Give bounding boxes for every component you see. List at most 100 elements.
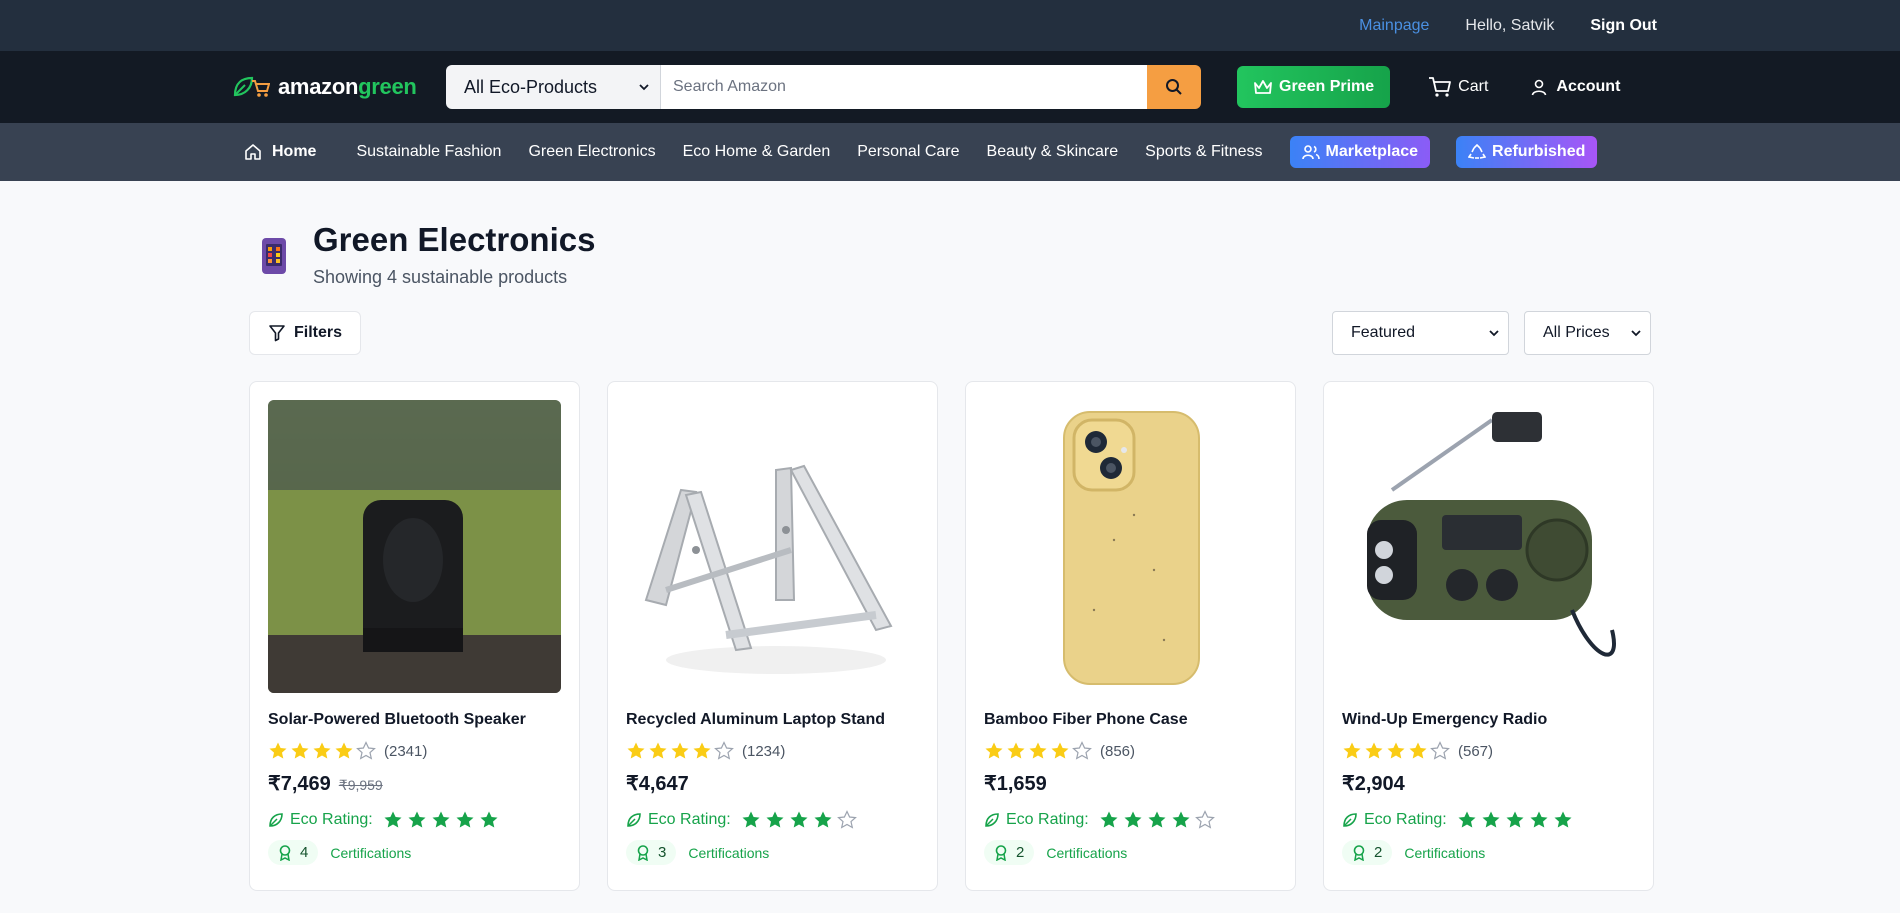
- award-icon: [279, 844, 291, 861]
- star-rating: (856): [984, 741, 1277, 761]
- product-name[interactable]: Wind-Up Emergency Radio: [1342, 711, 1635, 729]
- certifications-label: Certifications: [1046, 844, 1128, 861]
- page-title: Green Electronics: [313, 221, 596, 258]
- star-filled-icon: [1458, 811, 1476, 828]
- nav-item-sports-fitness[interactable]: Sports & Fitness: [1145, 143, 1262, 161]
- product-name[interactable]: Recycled Aluminum Laptop Stand: [626, 711, 919, 729]
- star-filled-icon: [671, 742, 689, 759]
- review-count: (567): [1458, 742, 1494, 760]
- product-grid: Solar-Powered Bluetooth Speaker (2341) ₹…: [249, 381, 1654, 891]
- filters-button[interactable]: Filters: [249, 311, 362, 355]
- star-filled-icon: [432, 811, 450, 828]
- sort-select-value: Featured: [1351, 324, 1416, 341]
- marketplace-button[interactable]: Marketplace: [1289, 136, 1431, 168]
- eco-rating: Eco Rating:: [984, 810, 1277, 830]
- search-input[interactable]: [661, 65, 1147, 109]
- star-filled-icon: [480, 811, 498, 828]
- award-icon: [1353, 844, 1365, 861]
- eco-rating-label: Eco Rating:: [290, 811, 373, 828]
- chevron-down-icon: [1489, 330, 1499, 337]
- star-filled-icon: [1343, 742, 1361, 759]
- page-header: Green Electronics Showing 4 sustainable …: [249, 221, 1651, 288]
- category-select[interactable]: All Eco-Products: [446, 65, 661, 109]
- nav-item-green-electronics[interactable]: Green Electronics: [528, 143, 655, 161]
- star-filled-icon: [1007, 742, 1025, 759]
- certification-count: 2: [1016, 844, 1025, 861]
- star-filled-icon: [1554, 811, 1572, 828]
- product-image[interactable]: [626, 400, 919, 693]
- star-filled-icon: [335, 742, 353, 759]
- search-icon: [1166, 79, 1182, 95]
- original-price: ₹9,959: [338, 777, 383, 793]
- radio-image: [1342, 400, 1635, 693]
- nav-home-label: Home: [272, 143, 317, 160]
- product-card[interactable]: Wind-Up Emergency Radio (567) ₹2,904 Eco…: [1323, 381, 1654, 891]
- controls-row: Filters Featured All Prices: [249, 311, 1651, 355]
- search-bar: All Eco-Products: [446, 65, 1201, 109]
- eco-rating-label: Eco Rating:: [1006, 811, 1089, 828]
- main-content: Green Electronics Showing 4 sustainable …: [0, 221, 1900, 891]
- green-prime-button[interactable]: Green Prime: [1237, 66, 1391, 108]
- logo[interactable]: amazongreen: [232, 74, 446, 100]
- star-filled-icon: [1051, 742, 1069, 759]
- product-card[interactable]: Recycled Aluminum Laptop Stand (1234) ₹4…: [607, 381, 938, 891]
- star-empty-icon: [1430, 741, 1450, 760]
- nav-home[interactable]: Home: [244, 143, 316, 161]
- filters-label: Filters: [294, 324, 343, 341]
- star-filled-icon: [985, 742, 1003, 759]
- star-empty-icon: [836, 810, 857, 829]
- product-image[interactable]: [1342, 400, 1635, 693]
- account-button[interactable]: Account: [1530, 78, 1620, 96]
- crown-icon: [1254, 80, 1272, 94]
- product-price: ₹2,904: [1342, 773, 1405, 795]
- product-image[interactable]: [984, 400, 1277, 693]
- price-select[interactable]: All Prices: [1524, 311, 1651, 355]
- nav-item-eco-home-garden[interactable]: Eco Home & Garden: [683, 143, 831, 161]
- main-header: amazongreen All Eco-Products Green Prime…: [0, 51, 1900, 123]
- star-filled-icon: [1387, 742, 1405, 759]
- leaf-icon: [269, 813, 283, 827]
- nav-item-personal-care[interactable]: Personal Care: [857, 143, 959, 161]
- search-button[interactable]: [1147, 65, 1201, 109]
- price-select-value: All Prices: [1543, 324, 1610, 341]
- nav-item-beauty-skincare[interactable]: Beauty & Skincare: [987, 143, 1119, 161]
- leaf-icon: [1343, 813, 1357, 827]
- star-filled-icon: [1148, 811, 1166, 828]
- product-image[interactable]: [268, 400, 561, 693]
- product-card[interactable]: Bamboo Fiber Phone Case (856) ₹1,659 Eco…: [965, 381, 1296, 891]
- review-count: (2341): [384, 742, 428, 760]
- star-filled-icon: [790, 811, 808, 828]
- star-filled-icon: [1482, 811, 1500, 828]
- product-name[interactable]: Solar-Powered Bluetooth Speaker: [268, 711, 561, 729]
- star-filled-icon: [456, 811, 474, 828]
- leaf-icon: [627, 813, 641, 827]
- sign-out-link[interactable]: Sign Out: [1590, 17, 1657, 35]
- cart-button[interactable]: Cart: [1428, 76, 1488, 98]
- star-filled-icon: [1530, 811, 1548, 828]
- sort-select[interactable]: Featured: [1332, 311, 1509, 355]
- account-label: Account: [1556, 78, 1621, 95]
- star-filled-icon: [1365, 742, 1383, 759]
- results-count: Showing 4 sustainable products: [313, 267, 568, 287]
- refurbished-button[interactable]: Refurbished: [1456, 136, 1598, 168]
- category-select-value: All Eco-Products: [464, 76, 598, 97]
- mainpage-link[interactable]: Mainpage: [1359, 17, 1429, 35]
- star-filled-icon: [384, 811, 402, 828]
- product-name[interactable]: Bamboo Fiber Phone Case: [984, 711, 1277, 729]
- chevron-down-icon: [639, 84, 649, 91]
- nav-item-sustainable-fashion[interactable]: Sustainable Fashion: [356, 143, 501, 161]
- star-filled-icon: [1172, 811, 1190, 828]
- star-empty-icon: [1072, 741, 1092, 760]
- refurbished-label: Refurbished: [1492, 143, 1586, 160]
- star-empty-icon: [714, 741, 734, 760]
- cart-icon: [1429, 77, 1452, 97]
- certifications-label: Certifications: [1404, 844, 1486, 861]
- logo-text-amazon: amazon: [278, 74, 359, 99]
- star-rating: (1234): [626, 741, 919, 761]
- review-count: (856): [1100, 742, 1136, 760]
- product-card[interactable]: Solar-Powered Bluetooth Speaker (2341) ₹…: [249, 381, 580, 891]
- certification-count: 3: [658, 844, 667, 861]
- eco-rating: Eco Rating:: [268, 810, 561, 830]
- product-price: ₹4,647: [626, 773, 689, 795]
- star-filled-icon: [1409, 742, 1427, 759]
